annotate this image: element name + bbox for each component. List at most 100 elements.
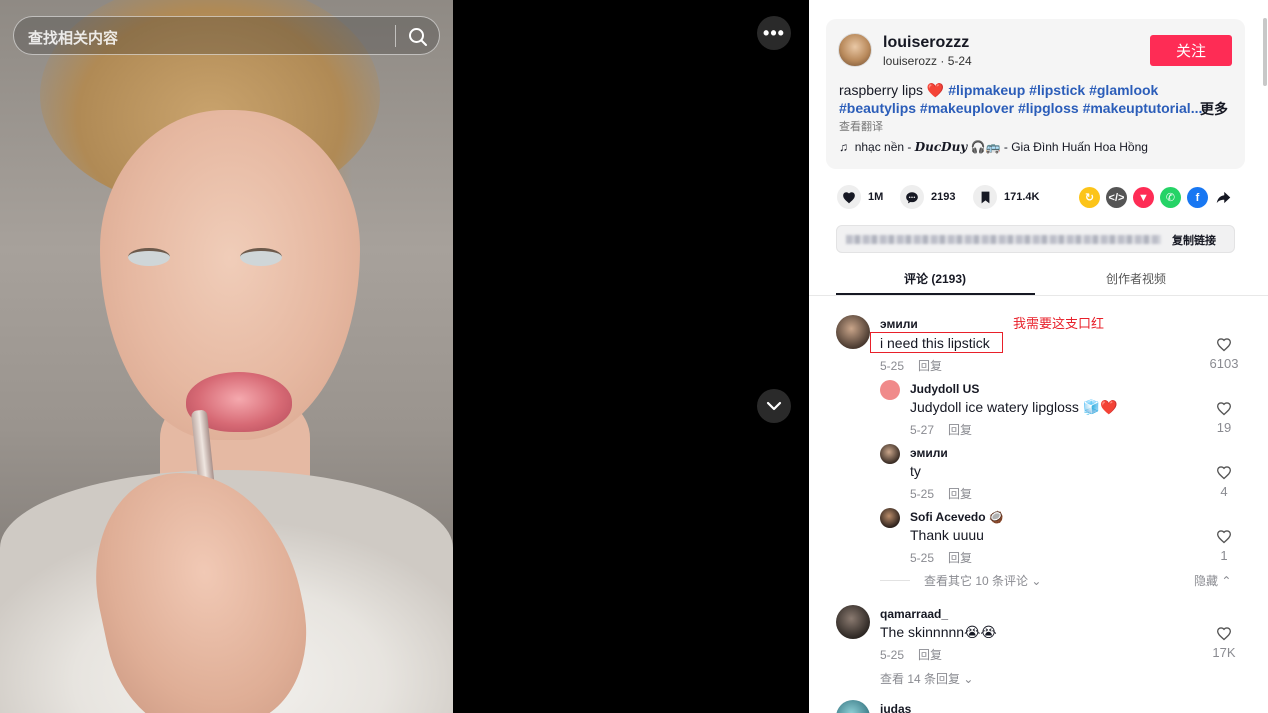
reply-like-count: 19 [1216,420,1232,435]
hashtag-lipmakeup[interactable]: #lipmakeup [948,82,1025,98]
search-input[interactable]: 查找相关内容 [28,27,118,48]
comment-meta: 5-25 回复 [880,646,942,663]
view-more-replies-button[interactable]: 查看其它 10 条评论 ⌄ [924,572,1041,589]
music-link[interactable]: ♫ nhạc nền - DucDuy 🎧🚌 - Gia Đình Huấn H… [839,140,1148,154]
like-stat[interactable]: 1M [837,185,884,209]
video-eye-left [128,248,170,266]
comment-like-count: 6103 [1209,356,1239,371]
save-stat[interactable]: 171.4K [973,185,1040,209]
reply-username[interactable]: эмили [910,446,948,460]
heart-emoji-icon: ❤️ [926,82,945,98]
annotation-highlight-box [870,332,1003,353]
comment-username[interactable]: qamarraad_ [880,607,948,621]
hashtag-makeuptutorial[interactable]: #makeuptutorial... [1083,100,1203,116]
description-text: raspberry lips [839,82,924,98]
save-count: 171.4K [1004,191,1040,203]
video-link-box: 复制链接 [836,225,1235,253]
comment-username[interactable]: judas [880,702,911,713]
comment-text: The skinnnnn😭😭 [880,624,997,640]
reply-button[interactable]: 回复 [918,359,942,373]
reply-avatar[interactable] [880,508,900,528]
author-handle-date: louiserozz · 5-24 [883,54,972,68]
reply-date: 5-25 [910,487,935,501]
tab-creator-videos[interactable]: 创作者视频 [1106,270,1166,287]
hashtag-lipgloss[interactable]: #lipgloss [1018,100,1079,116]
annotation-text: 我需要这支口红 [1013,316,1105,331]
heart-outline-icon[interactable] [1216,626,1232,641]
music-suffix: - Gia Đình Huấn Hoa Hồng [1003,140,1148,154]
comment-icon [900,185,924,209]
next-video-button[interactable] [757,389,791,423]
reply-text: Judydoll ice watery lipgloss 🧊❤️ [910,399,1118,415]
hashtag-glamlook[interactable]: #glamlook [1089,82,1158,98]
chevron-down-icon [766,401,782,411]
whatsapp-icon[interactable]: ✆ [1160,187,1181,208]
reply-avatar[interactable] [880,444,900,464]
commenter-avatar[interactable] [836,605,870,639]
reply-date: 5-27 [910,423,935,437]
comment-date: 5-25 [880,648,905,662]
like-count: 1M [868,191,884,203]
tab-divider [809,295,1268,296]
repost-icon[interactable]: ↻ [1079,187,1100,208]
reply-text: ty [910,463,921,479]
reply-meta: 5-25 回复 [910,549,972,566]
copy-link-button[interactable]: 复制链接 [1172,232,1216,248]
reply-like-count: 1 [1220,548,1228,563]
reply-button[interactable]: 回复 [948,423,972,437]
scrollbar-track[interactable] [1262,0,1268,713]
hashtag-lipstick[interactable]: #lipstick [1029,82,1085,98]
comment-username[interactable]: эмили [880,317,918,331]
more-icon: ••• [763,22,785,43]
heart-outline-icon[interactable] [1216,337,1232,352]
music-note-icon: ♫ [839,140,852,154]
comment-count: 2193 [931,191,956,203]
reply-text: Thank uuuu [910,527,984,543]
video-eye-right [240,248,282,266]
reply-username[interactable]: Judydoll US [910,382,979,396]
heart-outline-icon[interactable] [1216,465,1232,480]
reply-button[interactable]: 回复 [948,487,972,501]
follow-button[interactable]: 关注 [1150,35,1232,66]
heart-outline-icon[interactable] [1216,401,1232,416]
tiktok-video-page: 查找相关内容 ••• louiserozzz louiserozz · 5-24… [0,0,1268,713]
music-artist: DucDuy [914,140,968,154]
comment-stat[interactable]: 2193 [900,185,956,209]
hide-replies-button[interactable]: 隐藏 ⌃ [1194,572,1231,589]
reply-like-count: 4 [1220,484,1228,499]
reply-button[interactable]: 回复 [948,551,972,565]
headphone-icon: 🎧🚌 [970,140,1001,154]
search-divider [395,25,396,47]
scrollbar-thumb[interactable] [1263,18,1267,86]
reply-meta: 5-27 回复 [910,421,972,438]
reply-date: 5-25 [910,551,935,565]
author-avatar[interactable] [838,33,872,67]
video-description: raspberry lips ❤️ #lipmakeup #lipstick #… [839,81,1229,117]
facebook-icon[interactable]: f [1187,187,1208,208]
video-player[interactable] [0,0,453,713]
hashtag-beautylips[interactable]: #beautylips [839,100,916,116]
hashtag-makeuplover[interactable]: #makeuplover [920,100,1014,116]
translate-link[interactable]: 查看翻译 [839,118,883,134]
view-replies-button[interactable]: 查看 14 条回复 ⌄ [880,670,973,687]
commenter-avatar[interactable] [836,315,870,349]
send-icon[interactable]: ▼ [1133,187,1154,208]
comment-date: 5-25 [880,359,905,373]
search-bar[interactable]: 查找相关内容 [13,16,440,55]
author-name[interactable]: louiserozzz [883,34,969,52]
reply-username[interactable]: Sofi Acevedo 🥥 [910,510,1004,524]
share-arrow-icon[interactable] [1213,187,1234,208]
heart-icon [837,185,861,209]
search-icon[interactable] [407,26,429,48]
comment-meta: 5-25 回复 [880,357,942,374]
video-url-blurred [846,235,1161,244]
expand-description-link[interactable]: 更多 [1200,99,1228,119]
more-options-button[interactable]: ••• [757,16,791,50]
embed-icon[interactable]: </> [1106,187,1127,208]
reply-avatar[interactable] [880,380,900,400]
reply-button[interactable]: 回复 [918,648,942,662]
tab-comments[interactable]: 评论 (2193) [904,270,966,287]
reply-meta: 5-25 回复 [910,485,972,502]
heart-outline-icon[interactable] [1216,529,1232,544]
comment-like-count: 17K [1212,645,1236,660]
